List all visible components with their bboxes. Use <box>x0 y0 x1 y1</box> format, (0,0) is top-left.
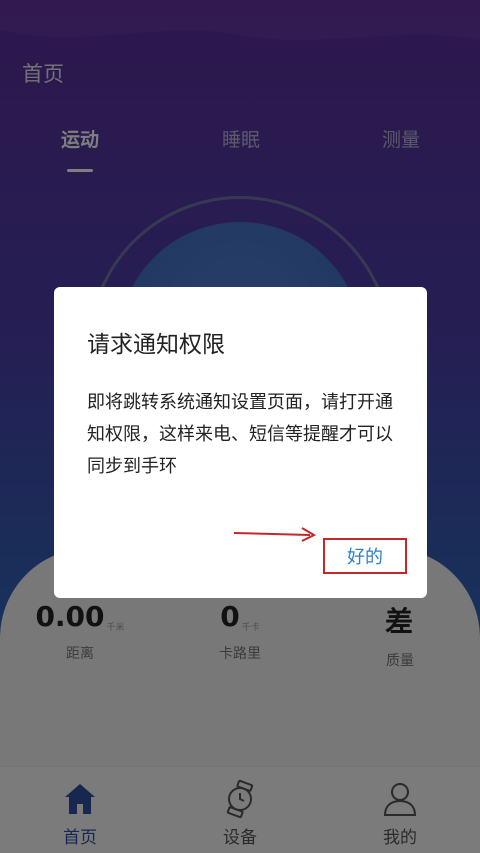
ok-button[interactable]: 好的 <box>323 538 407 574</box>
pointer-arrow-icon <box>233 527 317 542</box>
dialog-title: 请求通知权限 <box>87 332 225 358</box>
notification-permission-dialog: 请求通知权限 即将跳转系统通知设置页面，请打开通知权限，这样来电、短信等提醒才可… <box>54 287 427 598</box>
dialog-message: 即将跳转系统通知设置页面，请打开通知权限，这样来电、短信等提醒才可以同步到手环 <box>87 392 393 477</box>
